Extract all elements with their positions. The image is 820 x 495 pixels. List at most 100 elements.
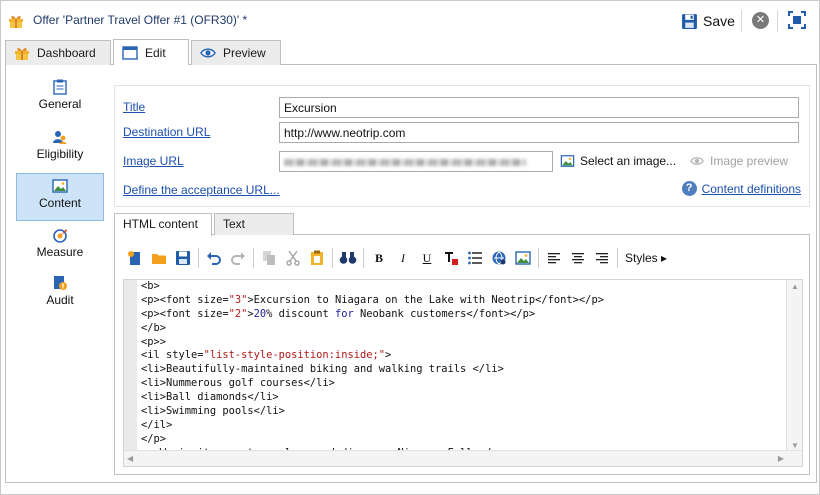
select-image-label: Select an image... <box>580 154 677 168</box>
nav-measure[interactable]: Measure <box>16 223 104 271</box>
paste-button[interactable] <box>305 247 329 269</box>
edit-panel: General Eligibility Content Measure Audi… <box>5 65 817 483</box>
clipboard-icon <box>53 79 67 95</box>
tab-strip: Dashboard Edit Preview <box>5 39 817 65</box>
title-bar: Offer 'Partner Travel Offer #1 (OFR30)' … <box>1 1 819 39</box>
close-icon: ✕ <box>755 14 766 26</box>
eye-icon <box>200 48 216 58</box>
text-color-button[interactable] <box>439 247 463 269</box>
line-gutter <box>124 280 137 452</box>
target-icon <box>53 229 67 243</box>
horizontal-scrollbar[interactable]: ◀ ▶ <box>124 450 802 466</box>
tab-text-content[interactable]: Text content <box>214 213 294 251</box>
save-button[interactable]: Save <box>681 9 735 33</box>
destination-url-input[interactable] <box>279 122 799 143</box>
image-url-label[interactable]: Image URL <box>123 154 184 168</box>
select-image-button[interactable]: Select an image... <box>560 154 676 168</box>
code-line: <p><font size="2">20% discount for Neoba… <box>141 307 536 320</box>
undo-button[interactable] <box>202 247 226 269</box>
toolbar-separator <box>332 248 333 268</box>
nav-general-label: General <box>38 97 82 111</box>
tab-dashboard-label: Dashboard <box>37 46 96 60</box>
code-line: <p><font size="3">Excursion to Niagara o… <box>141 293 604 306</box>
nav-eligibility-label: Eligibility <box>36 147 84 161</box>
cut-button[interactable] <box>281 247 305 269</box>
image-preview-label: Image preview <box>710 154 789 168</box>
toolbar-separator <box>777 10 778 32</box>
styles-dropdown[interactable]: Styles ▸ <box>621 247 671 269</box>
tab-edit[interactable]: Edit <box>113 39 189 65</box>
underline-button[interactable]: U <box>415 247 439 269</box>
insert-image-button[interactable] <box>511 247 535 269</box>
paste-icon <box>311 250 323 265</box>
acceptance-url-link[interactable]: Define the acceptance URL... <box>123 183 280 197</box>
scroll-up-icon[interactable]: ▲ <box>791 282 799 291</box>
tab-preview[interactable]: Preview <box>191 40 281 65</box>
audit-icon <box>54 276 67 290</box>
new-document-button[interactable] <box>123 247 147 269</box>
align-left-icon <box>548 253 560 264</box>
tab-dashboard[interactable]: Dashboard <box>5 40 111 65</box>
align-left-button[interactable] <box>542 247 566 269</box>
image-url-input[interactable] <box>279 151 553 172</box>
tab-html-content[interactable]: HTML content <box>114 213 212 236</box>
bullet-list-button[interactable] <box>463 247 487 269</box>
nav-content-label: Content <box>38 196 82 210</box>
title-input[interactable] <box>279 97 799 118</box>
toolbar-separator <box>253 248 254 268</box>
save-label: Save <box>703 13 735 29</box>
folder-icon <box>152 254 166 264</box>
people-icon <box>53 131 67 144</box>
code-line: <li>Swimming pools</li> <box>141 405 285 418</box>
redo-button[interactable] <box>226 247 250 269</box>
content-form: Title Destination URL Image URL Select a… <box>114 85 810 207</box>
italic-button[interactable]: I <box>391 247 415 269</box>
find-button[interactable] <box>336 247 360 269</box>
text-color-icon <box>445 252 458 265</box>
destination-url-label[interactable]: Destination URL <box>123 125 210 139</box>
open-button[interactable] <box>147 247 171 269</box>
title-label[interactable]: Title <box>123 100 145 114</box>
tab-edit-label: Edit <box>145 45 166 60</box>
window-icon <box>122 45 138 60</box>
window-title: Offer 'Partner Travel Offer #1 (OFR30)' … <box>33 13 248 27</box>
copy-button[interactable] <box>257 247 281 269</box>
scroll-down-icon[interactable]: ▼ <box>791 441 799 450</box>
code-line: <li>Beautifully-maintained biking and wa… <box>141 363 504 376</box>
content-definitions-link[interactable]: ? Content definitions <box>681 181 801 196</box>
maximize-icon[interactable] <box>788 11 806 29</box>
align-right-icon <box>596 253 608 264</box>
redacted-url <box>284 159 526 166</box>
bold-button[interactable]: B <box>367 247 391 269</box>
nav-eligibility[interactable]: Eligibility <box>16 125 104 173</box>
help-icon: ? <box>681 181 697 196</box>
nav-measure-label: Measure <box>36 245 84 259</box>
close-button[interactable]: ✕ <box>752 12 769 29</box>
align-center-button[interactable] <box>566 247 590 269</box>
code-line: <li>Ball diamonds</li> <box>141 391 279 404</box>
toolbar-separator <box>617 248 618 268</box>
globe-link-icon <box>492 251 506 265</box>
binoculars-icon <box>339 252 357 264</box>
image-preview-button[interactable]: Image preview <box>689 154 788 168</box>
align-center-icon <box>572 253 584 264</box>
list-icon <box>468 251 482 265</box>
html-editor: B I U Styles ▸ <b> <p><font size="3">Exc… <box>114 235 810 475</box>
image-icon <box>560 155 575 167</box>
tab-preview-label: Preview <box>223 46 266 60</box>
insert-link-button[interactable] <box>487 247 511 269</box>
scroll-right-icon[interactable]: ▶ <box>778 454 784 463</box>
scroll-left-icon[interactable]: ◀ <box>127 454 133 463</box>
html-source-code[interactable]: <b> <p><font size="3">Excursion to Niagar… <box>141 280 787 452</box>
nav-content[interactable]: Content <box>16 173 104 221</box>
nav-audit-label: Audit <box>46 293 74 307</box>
nav-general[interactable]: General <box>16 75 104 123</box>
vertical-scrollbar[interactable]: ▲ ▼ <box>786 280 802 452</box>
save-document-button[interactable] <box>171 247 195 269</box>
code-line: </il> <box>141 418 173 431</box>
code-line: <li>Nummerous golf courses</li> <box>141 377 335 390</box>
align-right-button[interactable] <box>590 247 614 269</box>
nav-audit[interactable]: Audit <box>16 271 104 319</box>
image-icon <box>515 251 531 265</box>
html-source-editor[interactable]: <b> <p><font size="3">Excursion to Niagar… <box>123 279 803 467</box>
